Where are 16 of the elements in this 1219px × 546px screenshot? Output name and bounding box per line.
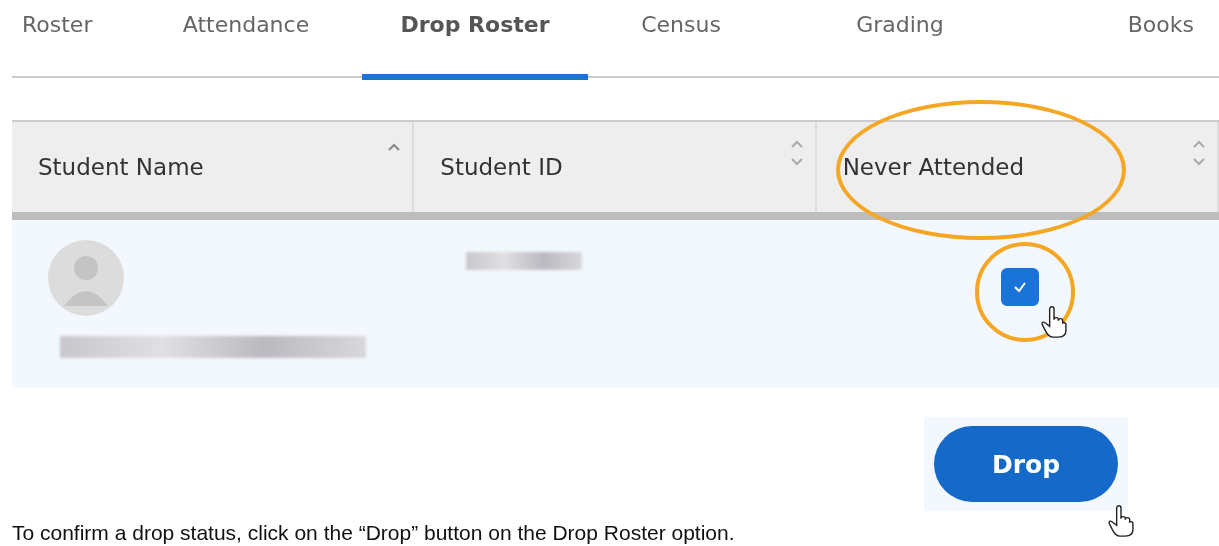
tab[interactable]: Grading <box>774 0 1026 80</box>
instruction-text: To confirm a drop status, click on the “Drop” button on the Drop Roster option. <box>12 521 735 545</box>
checkbox[interactable] <box>1000 268 1039 306</box>
hand-cursor-icon <box>1040 306 1067 340</box>
tab[interactable]: Roster <box>12 0 130 80</box>
avatar-icon <box>48 240 124 316</box>
tab[interactable]: Attendance <box>130 0 362 80</box>
tab[interactable]: Census <box>588 0 774 80</box>
column-label: Never Attended <box>842 154 1024 180</box>
tab[interactable]: Drop Roster <box>362 0 588 80</box>
column-label: Student Name <box>38 154 204 180</box>
tab[interactable]: Books <box>1026 0 1206 80</box>
sort-icon[interactable] <box>1191 138 1207 168</box>
column-label: Student ID <box>440 154 563 180</box>
sort-icon[interactable] <box>788 138 805 168</box>
drop-button[interactable]: Drop <box>934 426 1118 502</box>
